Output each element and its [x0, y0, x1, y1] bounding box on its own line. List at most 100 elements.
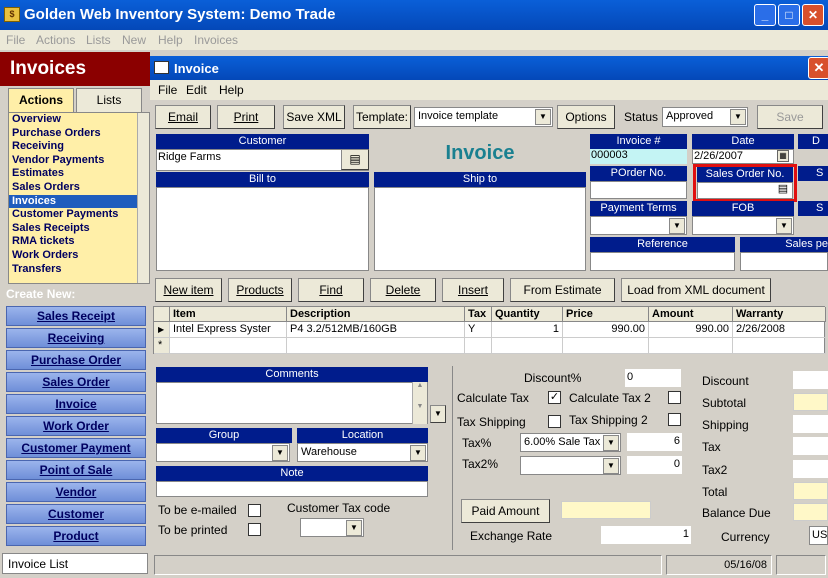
- invoice-menu-help[interactable]: Help: [219, 83, 244, 97]
- row-selector-icon[interactable]: ▶: [154, 322, 170, 338]
- note-field[interactable]: [156, 481, 428, 497]
- nav-item-purchase-orders[interactable]: Purchase Orders: [9, 127, 149, 141]
- nav-item-rma-tickets[interactable]: RMA tickets: [9, 235, 149, 249]
- paid-amount-field[interactable]: [561, 501, 651, 519]
- shipping-field[interactable]: [793, 415, 828, 433]
- location-select[interactable]: Warehouse ▼: [297, 443, 428, 462]
- menu-new[interactable]: New: [122, 33, 146, 47]
- invoice-close-icon[interactable]: ✕: [808, 57, 828, 79]
- load-xml-button[interactable]: Load from XML document: [621, 278, 771, 302]
- calculate-tax-checkbox[interactable]: ✓: [548, 391, 561, 404]
- save-button[interactable]: Save: [757, 105, 823, 129]
- tab-actions[interactable]: Actions: [8, 88, 74, 112]
- chevron-down-icon[interactable]: ▼: [603, 435, 619, 451]
- menu-lists[interactable]: Lists: [86, 33, 111, 47]
- tax-percent-select[interactable]: 6.00% Sale Tax ▼: [520, 433, 621, 452]
- empty-cell[interactable]: [287, 338, 465, 354]
- menu-file[interactable]: File: [6, 33, 25, 47]
- column-header-price[interactable]: Price: [563, 307, 649, 322]
- nav-item-transfers[interactable]: Transfers: [9, 263, 149, 277]
- from-estimate-button[interactable]: From Estimate: [510, 278, 615, 302]
- nav-item-overview[interactable]: Overview: [9, 113, 149, 127]
- print-button[interactable]: Print: [217, 105, 275, 129]
- tax-shipping-checkbox[interactable]: [548, 415, 561, 428]
- tax2-percent-field[interactable]: 0: [627, 456, 682, 474]
- nav-item-work-orders[interactable]: Work Orders: [9, 249, 149, 263]
- create-customer-button[interactable]: Customer: [6, 504, 146, 524]
- empty-cell[interactable]: [465, 338, 492, 354]
- create-work-order-button[interactable]: Work Order: [6, 416, 146, 436]
- chevron-down-icon[interactable]: ▼: [730, 109, 746, 125]
- chevron-down-icon[interactable]: ▼: [669, 218, 685, 234]
- calculate-tax2-checkbox[interactable]: [668, 391, 681, 404]
- cell-amount[interactable]: 990.00: [649, 322, 733, 338]
- empty-cell[interactable]: [492, 338, 563, 354]
- chevron-down-icon[interactable]: ▼: [535, 109, 551, 125]
- email-button[interactable]: Email: [155, 105, 211, 129]
- tax-shipping2-checkbox[interactable]: [668, 413, 681, 426]
- column-header-quantity[interactable]: Quantity: [492, 307, 563, 322]
- customer-tax-code-select[interactable]: ▼: [300, 518, 364, 537]
- nav-item-sales-orders[interactable]: Sales Orders: [9, 181, 149, 195]
- invoice-title-bar[interactable]: Invoice ✕: [150, 56, 828, 80]
- save-xml-button[interactable]: Save XML: [283, 105, 345, 129]
- create-receiving-button[interactable]: Receiving: [6, 328, 146, 348]
- currency-select[interactable]: US: [809, 526, 828, 545]
- create-product-button[interactable]: Product: [6, 526, 146, 546]
- chevron-down-icon[interactable]: ▼: [603, 458, 619, 474]
- delete-button[interactable]: Delete: [370, 278, 436, 302]
- column-header-amount[interactable]: Amount: [649, 307, 733, 322]
- group-select[interactable]: ▼: [156, 443, 290, 462]
- nav-item-estimates[interactable]: Estimates: [9, 167, 149, 181]
- menu-invoices[interactable]: Invoices: [194, 33, 238, 47]
- insert-button[interactable]: Insert: [442, 278, 504, 302]
- cell-quantity[interactable]: 1: [492, 322, 563, 338]
- template-button[interactable]: Template:: [353, 105, 411, 129]
- chevron-down-icon[interactable]: ▼: [272, 445, 288, 461]
- column-header-warranty[interactable]: Warranty: [733, 307, 826, 322]
- bill-to-field[interactable]: [156, 187, 369, 271]
- new-item-button[interactable]: New item: [155, 278, 222, 302]
- app-title-bar[interactable]: $ Golden Web Inventory System: Demo Trad…: [0, 0, 828, 30]
- ship-to-field[interactable]: [374, 187, 586, 271]
- empty-cell[interactable]: [649, 338, 733, 354]
- porder-field[interactable]: [590, 181, 687, 199]
- nav-item-vendor-payments[interactable]: Vendor Payments: [9, 154, 149, 168]
- invoice-menu-edit[interactable]: Edit: [186, 83, 207, 97]
- sales-person-field[interactable]: [740, 252, 828, 271]
- customer-field[interactable]: Ridge Farms: [156, 149, 369, 171]
- close-icon[interactable]: ✕: [802, 4, 824, 26]
- cell-tax[interactable]: Y: [465, 322, 492, 338]
- create-vendor-button[interactable]: Vendor: [6, 482, 146, 502]
- empty-cell[interactable]: [733, 338, 826, 354]
- new-row-marker[interactable]: *: [154, 338, 170, 354]
- column-header-item[interactable]: Item: [170, 307, 287, 322]
- customer-lookup-icon[interactable]: ▤: [341, 149, 369, 170]
- fob-select[interactable]: ▼: [692, 216, 794, 235]
- column-header-description[interactable]: Description: [287, 307, 465, 322]
- comments-dropdown-icon[interactable]: ▼: [430, 405, 446, 423]
- create-point-of-sale-button[interactable]: Point of Sale: [6, 460, 146, 480]
- comments-field[interactable]: [156, 382, 428, 424]
- find-button[interactable]: Find: [298, 278, 364, 302]
- discount-percent-field[interactable]: 0: [625, 369, 681, 387]
- create-purchase-order-button[interactable]: Purchase Order: [6, 350, 146, 370]
- menu-help[interactable]: Help: [158, 33, 183, 47]
- nav-list-scrollbar[interactable]: [137, 113, 149, 283]
- invoice-menu-file[interactable]: File: [158, 83, 177, 97]
- calendar-icon[interactable]: ▦: [777, 150, 789, 162]
- invoice-items-grid[interactable]: Item Description Tax Quantity Price Amou…: [153, 306, 826, 354]
- status-select[interactable]: Approved ▼: [662, 107, 748, 127]
- cell-price[interactable]: 990.00: [563, 322, 649, 338]
- minimize-icon[interactable]: _: [754, 4, 776, 26]
- menu-actions[interactable]: Actions: [36, 33, 75, 47]
- cell-warranty[interactable]: 2/26/2008: [733, 322, 826, 338]
- comments-scrollbar[interactable]: ▲ ▼: [412, 382, 427, 424]
- nav-item-sales-receipts[interactable]: Sales Receipts: [9, 222, 149, 236]
- cell-description[interactable]: P4 3.2/512MB/160GB: [287, 322, 465, 338]
- paid-amount-button[interactable]: Paid Amount: [461, 499, 550, 523]
- chevron-down-icon[interactable]: ▼: [346, 520, 362, 536]
- create-sales-order-button[interactable]: Sales Order: [6, 372, 146, 392]
- empty-cell[interactable]: [563, 338, 649, 354]
- to-be-emailed-checkbox[interactable]: [248, 504, 261, 517]
